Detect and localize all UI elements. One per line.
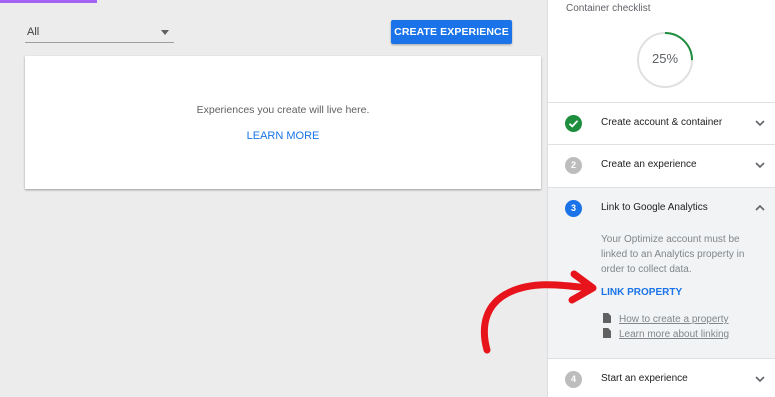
create-experience-button[interactable]: CREATE EXPERIENCE xyxy=(391,20,512,44)
how-to-create-property-link[interactable]: How to create a property xyxy=(603,313,729,325)
step-start-experience[interactable]: 4 Start an experience xyxy=(548,358,775,397)
top-accent-bar xyxy=(0,0,97,3)
annotation-arrow-icon xyxy=(480,270,597,354)
empty-state-message: Experiences you create will live here. xyxy=(196,104,370,116)
doc-link-label: How to create a property xyxy=(619,314,729,325)
doc-link-label: Learn more about linking xyxy=(619,329,730,340)
step-number-badge: 3 xyxy=(565,200,582,217)
experience-filter-select[interactable]: All xyxy=(25,22,174,43)
progress-ring: 25% xyxy=(636,31,694,89)
learn-more-linking-link[interactable]: Learn more about linking xyxy=(603,328,729,340)
document-icon xyxy=(603,313,611,323)
checklist-title: Container checklist xyxy=(566,3,651,14)
dropdown-caret-icon xyxy=(161,30,169,35)
check-circle-icon xyxy=(565,115,582,132)
link-property-button[interactable]: LINK PROPERTY xyxy=(601,287,682,298)
step-create-account[interactable]: Create account & container xyxy=(548,102,775,144)
step-number-badge: 2 xyxy=(565,157,582,174)
filter-value: All xyxy=(27,26,40,38)
document-icon xyxy=(603,328,611,338)
chevron-down-icon xyxy=(755,162,765,169)
step-label: Create an experience xyxy=(601,159,697,170)
step-create-experience[interactable]: 2 Create an experience xyxy=(548,144,775,186)
learn-more-link[interactable]: LEARN MORE xyxy=(25,130,541,142)
step-label: Create account & container xyxy=(601,117,723,128)
step-label: Start an experience xyxy=(601,373,688,384)
step-label: Link to Google Analytics xyxy=(601,202,708,213)
chevron-up-icon xyxy=(755,204,765,211)
step-number-badge: 4 xyxy=(565,371,582,388)
step-description: Your Optimize account must be linked to … xyxy=(601,234,745,275)
chevron-down-icon xyxy=(755,376,765,383)
empty-state-card: Experiences you create will live here. L… xyxy=(25,56,541,189)
chevron-down-icon xyxy=(755,120,765,127)
progress-percent: 25% xyxy=(651,51,679,66)
